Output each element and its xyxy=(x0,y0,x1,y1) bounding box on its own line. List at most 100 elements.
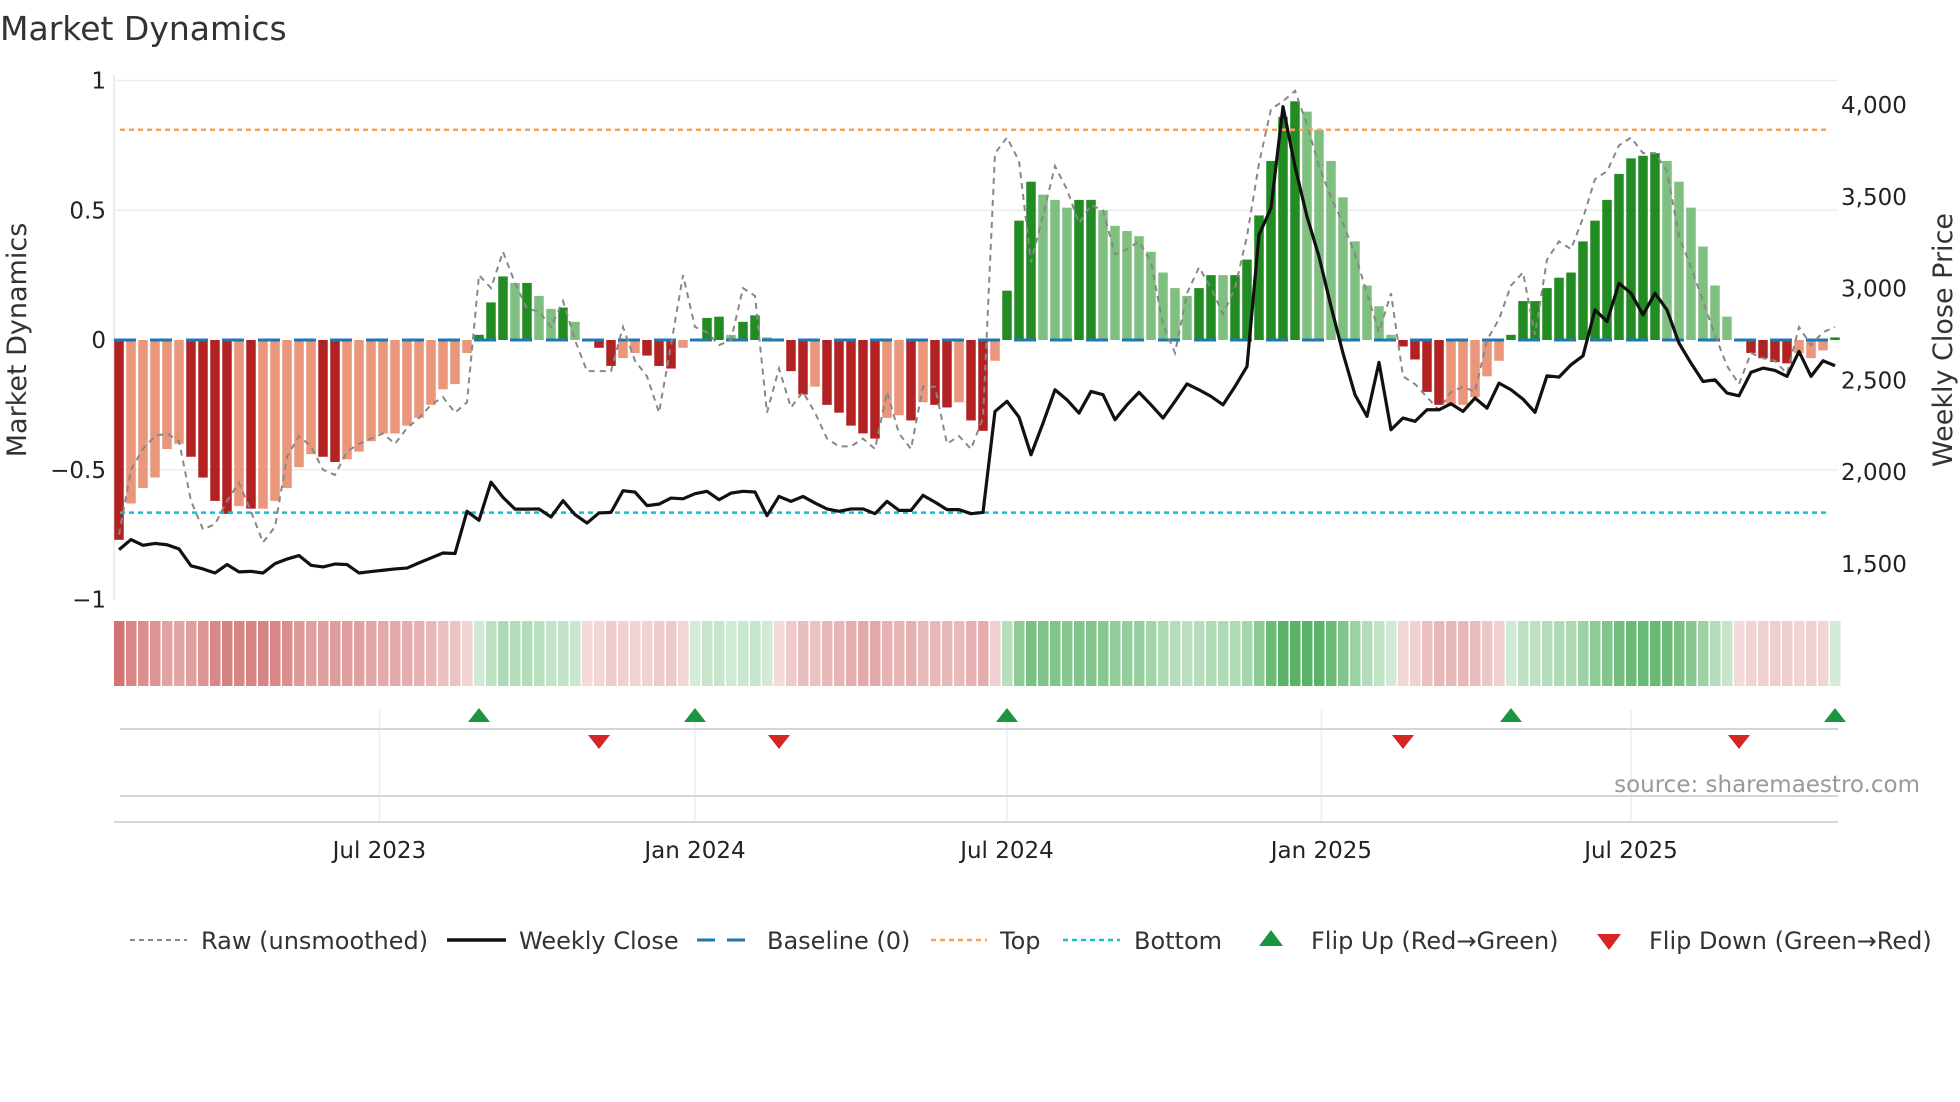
raw-series-line xyxy=(118,89,1836,545)
heat-strip-cell xyxy=(942,621,953,686)
bar xyxy=(354,340,364,452)
y2-axis-title: Weekly Close Price xyxy=(1928,213,1959,467)
heat-strip-cell xyxy=(918,621,929,686)
flip-up-marker xyxy=(1824,708,1846,722)
heat-strip-cell xyxy=(1170,621,1181,686)
heat-strip-cell xyxy=(1242,621,1253,686)
bar xyxy=(1014,220,1024,340)
heat-strip-cell xyxy=(270,621,281,686)
heat-strip-cell xyxy=(1014,621,1025,686)
bar xyxy=(1002,290,1012,340)
heat-strip-cell xyxy=(234,621,245,686)
heat-strip-cell xyxy=(1182,621,1193,686)
gridlines xyxy=(113,75,1838,823)
heat-strip-cell xyxy=(282,621,293,686)
bar xyxy=(966,340,976,421)
bar xyxy=(1746,340,1756,353)
heat-strip-cell xyxy=(222,621,233,686)
bar xyxy=(498,276,508,340)
heat-strip-cell xyxy=(1278,621,1289,686)
bar xyxy=(1338,197,1348,340)
bar xyxy=(678,340,688,348)
heat-strip-cell xyxy=(1650,621,1661,686)
heat-strip-cell xyxy=(1746,621,1757,686)
heat-strip-cell xyxy=(1206,621,1217,686)
y-tick-label: −0.5 xyxy=(50,458,106,484)
legend-label-top: Top xyxy=(999,927,1041,955)
bar xyxy=(906,340,916,421)
heat-strip-cell xyxy=(1362,621,1373,686)
heat-strip-cell xyxy=(1446,621,1457,686)
heat-strip-cell xyxy=(426,621,437,686)
bar xyxy=(1770,340,1780,363)
heat-strip-cell xyxy=(1566,621,1577,686)
heat-strip-cell xyxy=(1218,621,1229,686)
heat-strip-cell xyxy=(738,621,749,686)
heat-strip-cell xyxy=(1002,621,1013,686)
bar xyxy=(282,340,292,488)
legend: Raw (unsmoothed) Weekly Close Baseline (0)… xyxy=(130,927,1932,955)
heat-strip-cell xyxy=(822,621,833,686)
heat-strip-cell xyxy=(306,621,317,686)
bar xyxy=(1122,231,1132,340)
bar xyxy=(1314,129,1324,340)
bar xyxy=(270,340,280,501)
bar xyxy=(1446,340,1456,405)
heat-strip-cell xyxy=(1638,621,1649,686)
bar xyxy=(1518,301,1528,340)
bar xyxy=(1482,340,1492,377)
heat-strip-cell xyxy=(138,621,149,686)
heat-strip-cell xyxy=(1422,621,1433,686)
bar xyxy=(258,340,268,509)
heat-strip-cell xyxy=(1782,621,1793,686)
bar xyxy=(294,340,304,468)
bar xyxy=(1398,340,1408,347)
heat-strip-cell xyxy=(1686,621,1697,686)
bar xyxy=(246,340,256,509)
legend-label-close: Weekly Close xyxy=(519,927,679,955)
heat-strip-cell xyxy=(318,621,329,686)
heat-strip-cell xyxy=(1314,621,1325,686)
heat-strip-cell xyxy=(294,621,305,686)
heat-strip-cell xyxy=(1158,621,1169,686)
heat-strip-cell xyxy=(1662,621,1673,686)
heat-strip-cell xyxy=(1758,621,1769,686)
heat-strip-cell xyxy=(1770,621,1781,686)
heat-strip-cell xyxy=(1806,621,1817,686)
heat-strip-cell xyxy=(882,621,893,686)
bar xyxy=(186,340,196,457)
bar xyxy=(1806,340,1816,359)
y2-tick-label: 1,500 xyxy=(1841,552,1907,578)
bar xyxy=(1062,207,1072,340)
bar xyxy=(1194,288,1204,340)
heat-strip-cell xyxy=(1830,621,1841,686)
bar xyxy=(150,340,160,478)
bar xyxy=(462,340,472,353)
chart-title: Market Dynamics xyxy=(0,9,287,48)
heat-strip-cell xyxy=(486,621,497,686)
heat-strip-cell xyxy=(1026,621,1037,686)
bar xyxy=(1650,153,1660,340)
bar xyxy=(378,340,388,434)
heat-strip-cell xyxy=(534,621,545,686)
heat-strip-cell xyxy=(1122,621,1133,686)
x-tick-label: Jan 2024 xyxy=(642,838,745,864)
y2-tick-label: 3,000 xyxy=(1841,277,1907,303)
bar xyxy=(342,340,352,460)
bar xyxy=(306,340,316,455)
flip-down-marker xyxy=(1392,735,1414,749)
heat-strip-cell xyxy=(414,621,425,686)
heat-strip-cell xyxy=(786,621,797,686)
y2-tick-label: 4,000 xyxy=(1841,93,1907,119)
heat-strip-cell xyxy=(642,621,653,686)
heat-strip-cell xyxy=(1590,621,1601,686)
y2-tick-label: 2,000 xyxy=(1841,460,1907,486)
flip-down-marker xyxy=(768,735,790,749)
heat-strip-cell xyxy=(1470,621,1481,686)
bar xyxy=(546,308,556,340)
bar xyxy=(1182,295,1192,340)
bar xyxy=(618,340,628,359)
bar xyxy=(1626,158,1636,340)
bar xyxy=(930,340,940,405)
heat-strip-cell xyxy=(1434,621,1445,686)
